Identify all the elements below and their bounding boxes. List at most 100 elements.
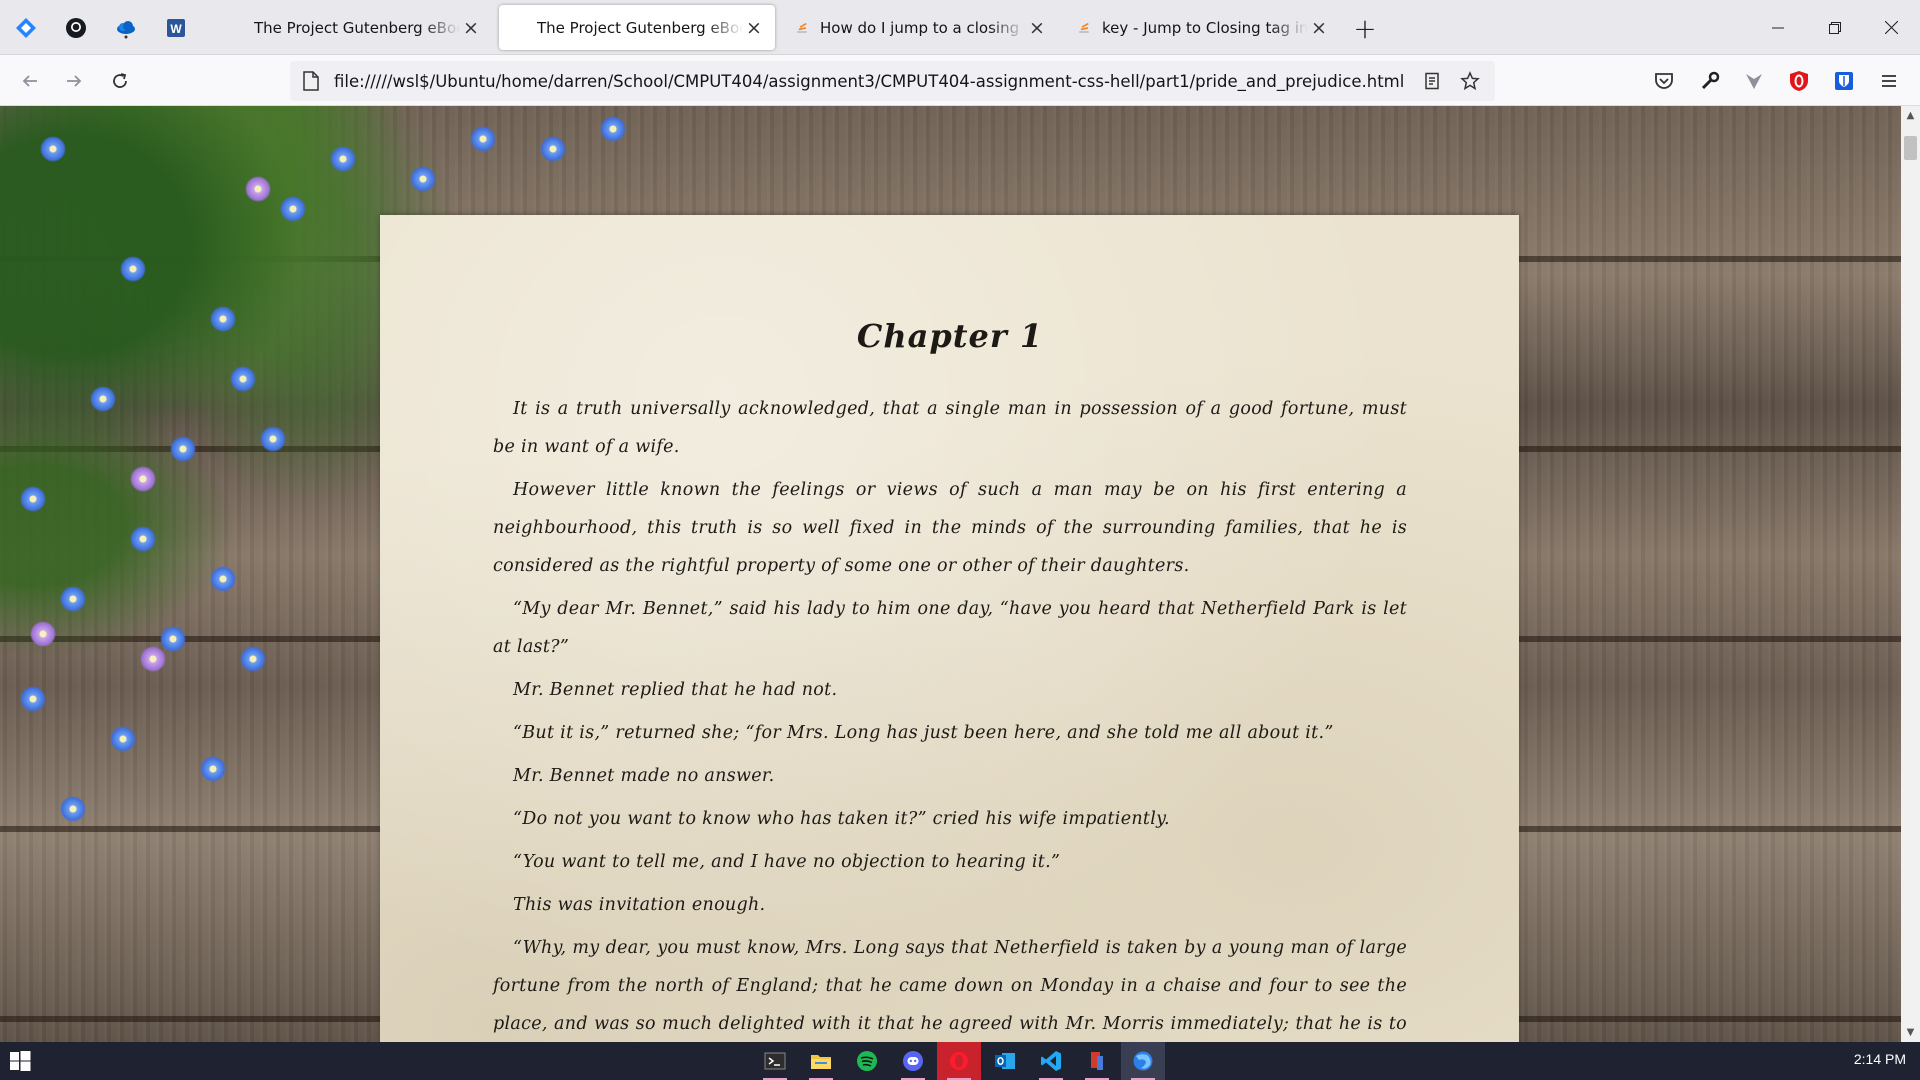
- tab-title: key - Jump to Closing tag in VS Code: [1102, 18, 1308, 37]
- taskbar-git-gui[interactable]: [1075, 1042, 1119, 1080]
- reload-button[interactable]: [102, 63, 138, 99]
- stackoverflow-icon: [792, 18, 812, 38]
- paragraph: “My dear Mr. Bennet,” said his lady to h…: [493, 599, 1407, 657]
- page-viewport: Chapter 1 It is a truth universally ackn…: [0, 106, 1901, 1042]
- taskbar-clock[interactable]: 2:14 PM: [1854, 1051, 1906, 1067]
- bitwarden-extension-button[interactable]: [1828, 65, 1860, 97]
- close-icon[interactable]: ×: [460, 17, 482, 39]
- arrow-right-icon: [67, 75, 82, 87]
- flower-decoration: [245, 176, 271, 202]
- close-icon[interactable]: ×: [1308, 17, 1330, 39]
- paragraph: Mr. Bennet replied that he had not.: [513, 680, 838, 700]
- github-icon: [66, 17, 86, 38]
- tab-frankenstein[interactable]: The Project Gutenberg eBook of Frankenst…: [216, 5, 492, 50]
- app-menu-button[interactable]: [1873, 65, 1905, 97]
- tab-closing-tag[interactable]: key - Jump to Closing tag in VS Code ×: [1064, 5, 1340, 50]
- vscode-icon: [1041, 1051, 1061, 1071]
- flower-decoration: [330, 146, 356, 172]
- paragraph: This was invitation enough.: [513, 895, 766, 915]
- flower-decoration: [20, 486, 46, 512]
- flower-decoration: [60, 796, 86, 822]
- flower-decoration: [240, 646, 266, 672]
- book-icon: [509, 18, 529, 38]
- flower-decoration: [260, 426, 286, 452]
- flower-decoration: [60, 586, 86, 612]
- bookmark-star-icon[interactable]: [1455, 66, 1485, 96]
- pinned-tab-onedrive[interactable]: [100, 0, 152, 55]
- flower-decoration: [140, 646, 166, 672]
- ublock-icon: [1790, 71, 1808, 91]
- outlook-icon: [995, 1053, 1015, 1069]
- book-page: Chapter 1 It is a truth universally ackn…: [380, 215, 1519, 1042]
- flower-decoration: [160, 626, 186, 652]
- taskbar-terminal[interactable]: [753, 1042, 797, 1080]
- taskbar-spotify[interactable]: [845, 1042, 889, 1080]
- windows-start-icon[interactable]: [8, 1049, 32, 1073]
- tab-pride-and-prejudice[interactable]: The Project Gutenberg eBook of Pride and…: [499, 5, 775, 50]
- adblock-extension-button[interactable]: [1783, 65, 1815, 97]
- flower-decoration: [130, 466, 156, 492]
- paragraph: “Do not you want to know who has taken i…: [513, 809, 1170, 829]
- git-icon: [1091, 1052, 1103, 1070]
- scrollbar-thumb[interactable]: [1904, 136, 1917, 160]
- taskbar-opera[interactable]: [937, 1042, 981, 1080]
- vpn-icon: [1746, 74, 1762, 89]
- paragraph: “You want to tell me, and I have no obje…: [513, 852, 1061, 872]
- close-icon: [1885, 21, 1898, 34]
- scroll-up-icon[interactable]: ▲: [1901, 106, 1920, 125]
- book-icon: [226, 18, 246, 38]
- minimize-icon: [1771, 27, 1784, 28]
- forward-button[interactable]: [56, 63, 92, 99]
- reader-view-icon[interactable]: [1417, 66, 1447, 96]
- discord-icon: [903, 1051, 923, 1071]
- taskbar-file-explorer[interactable]: [799, 1042, 843, 1080]
- tab-closing-bracket[interactable]: How do I jump to a closing bracket ×: [782, 5, 1058, 50]
- cloud-icon: [117, 20, 135, 38]
- svg-text:W: W: [170, 22, 182, 36]
- scroll-down-icon[interactable]: ▼: [1901, 1023, 1920, 1042]
- paragraph: However little known the feelings or vie…: [493, 480, 1407, 576]
- pinned-tab-github[interactable]: [50, 0, 102, 55]
- vertical-scrollbar[interactable]: ▲ ▼: [1901, 106, 1920, 1042]
- flower-decoration: [110, 726, 136, 752]
- taskbar-firefox[interactable]: [1121, 1042, 1165, 1080]
- flower-decoration: [230, 366, 256, 392]
- flower-decoration: [90, 386, 116, 412]
- new-tab-button[interactable]: +: [1350, 8, 1380, 48]
- restore-icon: [1828, 21, 1841, 34]
- flower-decoration: [40, 136, 66, 162]
- pinned-tab-word[interactable]: W: [150, 0, 202, 55]
- stackoverflow-icon: [1074, 18, 1094, 38]
- paragraph: It is a truth universally acknowledged, …: [493, 399, 1407, 457]
- devtools-button[interactable]: [1694, 65, 1726, 97]
- hamburger-menu-icon: [1882, 75, 1896, 87]
- vpn-extension-button[interactable]: [1738, 65, 1770, 97]
- chapter-title: Chapter 1: [856, 317, 1044, 355]
- reload-icon: [113, 73, 127, 88]
- minimize-button[interactable]: [1749, 0, 1806, 55]
- taskbar-discord[interactable]: [891, 1042, 935, 1080]
- spotify-icon: [857, 1051, 877, 1071]
- close-icon[interactable]: ×: [743, 17, 765, 39]
- flower-decoration: [280, 196, 306, 222]
- taskbar-vscode[interactable]: [1029, 1042, 1073, 1080]
- close-window-button[interactable]: [1863, 0, 1920, 55]
- taskbar-outlook[interactable]: [983, 1042, 1027, 1080]
- bitwarden-icon: [1835, 72, 1853, 90]
- restore-button[interactable]: [1806, 0, 1863, 55]
- address-bar[interactable]: file://///wsl$/Ubuntu/home/darren/School…: [290, 61, 1495, 101]
- arrow-left-icon: [22, 75, 37, 87]
- tab-title: The Project Gutenberg eBook of Pride and…: [537, 18, 743, 37]
- navigation-toolbar: file://///wsl$/Ubuntu/home/darren/School…: [0, 55, 1920, 106]
- paragraph: “Why, my dear, you must know, Mrs. Long …: [493, 938, 1407, 1034]
- pinned-tab-jira[interactable]: [0, 0, 52, 55]
- flower-decoration: [200, 756, 226, 782]
- firefox-icon: [1133, 1051, 1153, 1071]
- url-text[interactable]: file://///wsl$/Ubuntu/home/darren/School…: [334, 72, 1409, 91]
- terminal-icon: [764, 1052, 786, 1070]
- pocket-button[interactable]: [1648, 65, 1680, 97]
- back-button[interactable]: [12, 63, 48, 99]
- flower-decoration: [30, 621, 56, 647]
- close-icon[interactable]: ×: [1026, 17, 1048, 39]
- flower-decoration: [130, 526, 156, 552]
